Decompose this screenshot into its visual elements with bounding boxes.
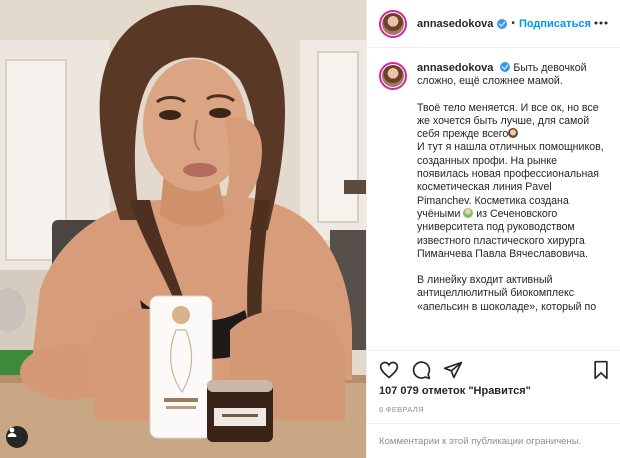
post-header: annasedokova • Подписаться	[367, 0, 620, 48]
author-username[interactable]: annasedokova	[417, 18, 493, 30]
post-date[interactable]: 6 ФЕВРАЛЯ	[379, 405, 424, 414]
bookmark-icon[interactable]	[591, 360, 611, 380]
likes-count[interactable]: 107 079 отметок "Нравится"	[379, 385, 531, 397]
share-icon[interactable]	[443, 360, 463, 380]
woman-emoji-icon	[508, 128, 519, 139]
user-tag-icon[interactable]	[6, 426, 28, 448]
caption-username[interactable]: annasedokova	[417, 62, 493, 74]
scientist-emoji-icon	[463, 207, 474, 218]
caption-area: annasedokova Быть девочкой сложно, ещё с…	[367, 48, 620, 350]
caption-text: annasedokova Быть девочкой сложно, ещё с…	[417, 62, 607, 350]
post-photo[interactable]	[0, 0, 366, 458]
comment-icon[interactable]	[411, 360, 431, 380]
caption-author-avatar[interactable]	[379, 62, 407, 90]
likes-number: 107 079	[379, 385, 419, 397]
likes-quoted: "Нравится"	[468, 385, 531, 397]
verified-badge-icon	[497, 18, 508, 29]
verified-badge-icon	[500, 62, 511, 72]
likes-word: отметок	[421, 385, 466, 397]
caption-para3: В линейку входит активный антицеллюлитны…	[417, 274, 597, 313]
person-glyph	[7, 427, 17, 437]
photo-illustration	[0, 0, 366, 458]
more-options-icon[interactable]	[593, 15, 609, 31]
post-side-panel: annasedokova • Подписаться annasedokova …	[366, 0, 620, 458]
separator-dot: •	[511, 18, 515, 29]
heart-icon[interactable]	[379, 360, 399, 380]
author-avatar[interactable]	[379, 9, 407, 38]
action-bar	[367, 350, 620, 388]
follow-button[interactable]: Подписаться	[519, 18, 591, 30]
comments-closed-notice: Комментарии к этой публикации ограничены…	[367, 423, 620, 458]
